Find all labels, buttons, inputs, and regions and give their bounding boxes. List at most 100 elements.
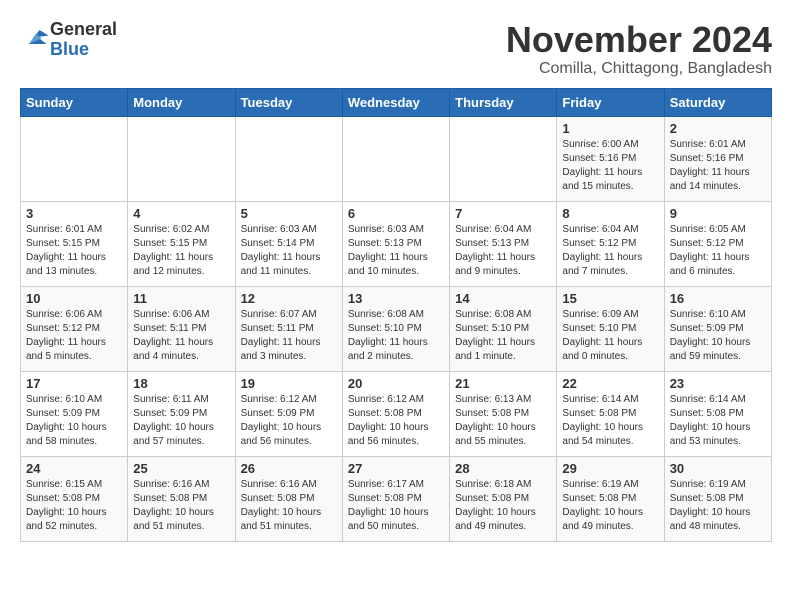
day-number: 18	[133, 376, 229, 391]
logo: General Blue	[20, 20, 117, 60]
calendar-cell: 7Sunrise: 6:04 AM Sunset: 5:13 PM Daylig…	[450, 201, 557, 286]
calendar-header-row: SundayMondayTuesdayWednesdayThursdayFrid…	[21, 88, 772, 116]
day-number: 3	[26, 206, 122, 221]
calendar-table: SundayMondayTuesdayWednesdayThursdayFrid…	[20, 88, 772, 542]
calendar-cell: 3 Sunrise: 6:01 AM Sunset: 5:15 PM Daylig…	[21, 201, 128, 286]
day-info: Sunrise: 6:16 AM Sunset: 5:08 PM Dayligh…	[241, 478, 337, 534]
calendar-cell: 23 Sunrise: 6:14 AM Sunset: 5:08 PM Dayli…	[664, 371, 771, 456]
day-number: 9	[670, 206, 766, 221]
calendar-cell: 15 Sunrise: 6:09 AM Sunset: 5:10 PM Dayli…	[557, 286, 664, 371]
day-number: 27	[348, 461, 444, 476]
day-number: 6	[348, 206, 444, 221]
calendar-cell: 10Sunrise: 6:06 AM Sunset: 5:12 PM Dayli…	[21, 286, 128, 371]
day-info: Sunrise: 6:03 AM Sunset: 5:14 PM Dayligh…	[241, 223, 337, 279]
day-number: 5	[241, 206, 337, 221]
day-info: Sunrise: 6:04 AM Sunset: 5:12 PM Dayligh…	[562, 223, 658, 279]
month-title: November 2024	[506, 20, 772, 60]
calendar-cell: 30 Sunrise: 6:19 AM Sunset: 5:08 PM Dayli…	[664, 456, 771, 541]
day-info: Sunrise: 6:17 AM Sunset: 5:08 PM Dayligh…	[348, 478, 444, 534]
calendar-cell: 16 Sunrise: 6:10 AM Sunset: 5:09 PM Dayli…	[664, 286, 771, 371]
week-row-1: 1 Sunrise: 6:00 AM Sunset: 5:16 PM Daylig…	[21, 116, 772, 201]
day-info: Sunrise: 6:19 AM Sunset: 5:08 PM Dayligh…	[562, 478, 658, 534]
calendar-cell: 11 Sunrise: 6:06 AM Sunset: 5:11 PM Dayli…	[128, 286, 235, 371]
day-header-saturday: Saturday	[664, 88, 771, 116]
calendar-cell	[342, 116, 449, 201]
day-number: 25	[133, 461, 229, 476]
day-number: 28	[455, 461, 551, 476]
day-info: Sunrise: 6:04 AM Sunset: 5:13 PM Dayligh…	[455, 223, 551, 279]
day-number: 21	[455, 376, 551, 391]
day-info: Sunrise: 6:07 AM Sunset: 5:11 PM Dayligh…	[241, 308, 337, 364]
calendar-cell: 24 Sunrise: 6:15 AM Sunset: 5:08 PM Dayli…	[21, 456, 128, 541]
location-subtitle: Comilla, Chittagong, Bangladesh	[506, 60, 772, 78]
day-info: Sunrise: 6:12 AM Sunset: 5:09 PM Dayligh…	[241, 393, 337, 449]
day-number: 20	[348, 376, 444, 391]
day-info: Sunrise: 6:19 AM Sunset: 5:08 PM Dayligh…	[670, 478, 766, 534]
day-number: 23	[670, 376, 766, 391]
day-info: Sunrise: 6:09 AM Sunset: 5:10 PM Dayligh…	[562, 308, 658, 364]
week-row-2: 3 Sunrise: 6:01 AM Sunset: 5:15 PM Daylig…	[21, 201, 772, 286]
day-info: Sunrise: 6:16 AM Sunset: 5:08 PM Dayligh…	[133, 478, 229, 534]
calendar-cell: 19 Sunrise: 6:12 AM Sunset: 5:09 PM Dayli…	[235, 371, 342, 456]
day-header-tuesday: Tuesday	[235, 88, 342, 116]
calendar-cell: 29 Sunrise: 6:19 AM Sunset: 5:08 PM Dayli…	[557, 456, 664, 541]
day-number: 4	[133, 206, 229, 221]
day-header-sunday: Sunday	[21, 88, 128, 116]
day-info: Sunrise: 6:03 AM Sunset: 5:13 PM Dayligh…	[348, 223, 444, 279]
title-block: November 2024 Comilla, Chittagong, Bangl…	[506, 20, 772, 78]
day-info: Sunrise: 6:01 AM Sunset: 5:15 PM Dayligh…	[26, 223, 122, 279]
logo-general-text: General	[50, 19, 117, 39]
calendar-cell: 20 Sunrise: 6:12 AM Sunset: 5:08 PM Dayli…	[342, 371, 449, 456]
day-number: 16	[670, 291, 766, 306]
logo-blue-text: Blue	[50, 39, 89, 59]
day-info: Sunrise: 6:18 AM Sunset: 5:08 PM Dayligh…	[455, 478, 551, 534]
calendar-cell: 25 Sunrise: 6:16 AM Sunset: 5:08 PM Dayli…	[128, 456, 235, 541]
day-number: 1	[562, 121, 658, 136]
calendar-cell	[21, 116, 128, 201]
page-header: General Blue November 2024 Comilla, Chit…	[20, 20, 772, 78]
logo-icon	[22, 23, 50, 51]
calendar-cell	[450, 116, 557, 201]
calendar-cell: 13Sunrise: 6:08 AM Sunset: 5:10 PM Dayli…	[342, 286, 449, 371]
calendar-cell: 22 Sunrise: 6:14 AM Sunset: 5:08 PM Dayli…	[557, 371, 664, 456]
day-info: Sunrise: 6:00 AM Sunset: 5:16 PM Dayligh…	[562, 138, 658, 194]
day-info: Sunrise: 6:05 AM Sunset: 5:12 PM Dayligh…	[670, 223, 766, 279]
calendar-cell: 12Sunrise: 6:07 AM Sunset: 5:11 PM Dayli…	[235, 286, 342, 371]
day-info: Sunrise: 6:11 AM Sunset: 5:09 PM Dayligh…	[133, 393, 229, 449]
day-number: 17	[26, 376, 122, 391]
day-number: 19	[241, 376, 337, 391]
day-number: 30	[670, 461, 766, 476]
day-info: Sunrise: 6:10 AM Sunset: 5:09 PM Dayligh…	[670, 308, 766, 364]
week-row-4: 17 Sunrise: 6:10 AM Sunset: 5:09 PM Dayli…	[21, 371, 772, 456]
day-info: Sunrise: 6:08 AM Sunset: 5:10 PM Dayligh…	[455, 308, 551, 364]
day-info: Sunrise: 6:06 AM Sunset: 5:11 PM Dayligh…	[133, 308, 229, 364]
day-header-thursday: Thursday	[450, 88, 557, 116]
week-row-5: 24 Sunrise: 6:15 AM Sunset: 5:08 PM Dayli…	[21, 456, 772, 541]
calendar-cell: 21 Sunrise: 6:13 AM Sunset: 5:08 PM Dayli…	[450, 371, 557, 456]
day-info: Sunrise: 6:01 AM Sunset: 5:16 PM Dayligh…	[670, 138, 766, 194]
day-info: Sunrise: 6:13 AM Sunset: 5:08 PM Dayligh…	[455, 393, 551, 449]
calendar-cell: 6 Sunrise: 6:03 AM Sunset: 5:13 PM Daylig…	[342, 201, 449, 286]
day-info: Sunrise: 6:15 AM Sunset: 5:08 PM Dayligh…	[26, 478, 122, 534]
day-info: Sunrise: 6:02 AM Sunset: 5:15 PM Dayligh…	[133, 223, 229, 279]
day-number: 15	[562, 291, 658, 306]
day-header-monday: Monday	[128, 88, 235, 116]
calendar-cell: 27 Sunrise: 6:17 AM Sunset: 5:08 PM Dayli…	[342, 456, 449, 541]
day-info: Sunrise: 6:14 AM Sunset: 5:08 PM Dayligh…	[670, 393, 766, 449]
day-info: Sunrise: 6:14 AM Sunset: 5:08 PM Dayligh…	[562, 393, 658, 449]
calendar-cell: 9 Sunrise: 6:05 AM Sunset: 5:12 PM Daylig…	[664, 201, 771, 286]
calendar-cell: 14Sunrise: 6:08 AM Sunset: 5:10 PM Dayli…	[450, 286, 557, 371]
day-number: 24	[26, 461, 122, 476]
day-number: 22	[562, 376, 658, 391]
day-number: 13	[348, 291, 444, 306]
day-info: Sunrise: 6:12 AM Sunset: 5:08 PM Dayligh…	[348, 393, 444, 449]
day-number: 2	[670, 121, 766, 136]
day-number: 11	[133, 291, 229, 306]
calendar-cell	[128, 116, 235, 201]
day-header-friday: Friday	[557, 88, 664, 116]
day-info: Sunrise: 6:10 AM Sunset: 5:09 PM Dayligh…	[26, 393, 122, 449]
day-number: 29	[562, 461, 658, 476]
calendar-cell: 17 Sunrise: 6:10 AM Sunset: 5:09 PM Dayli…	[21, 371, 128, 456]
calendar-cell: 4 Sunrise: 6:02 AM Sunset: 5:15 PM Daylig…	[128, 201, 235, 286]
calendar-cell: 8Sunrise: 6:04 AM Sunset: 5:12 PM Daylig…	[557, 201, 664, 286]
